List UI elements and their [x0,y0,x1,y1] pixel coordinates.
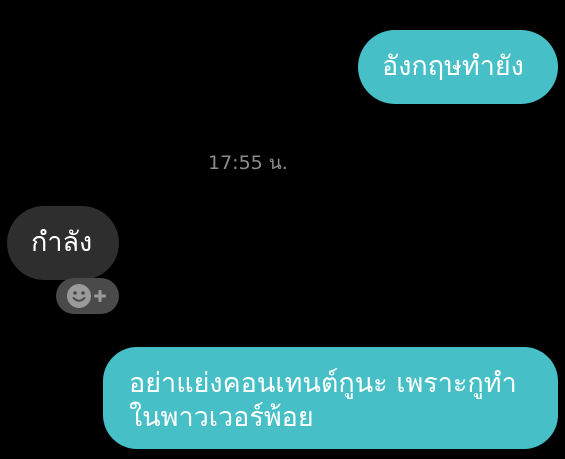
message-text-line-1: อย่าแย่งคอนเทนต์กูนะ เพราะกูทำ [129,368,517,399]
outgoing-message-bubble[interactable]: อย่าแย่งคอนเทนต์กูนะ เพราะกูทำ ในพาวเวอร… [103,347,558,449]
add-reaction-button[interactable] [56,278,119,314]
message-text: อังกฤษทำยัง [382,51,524,82]
outgoing-message-bubble[interactable]: อังกฤษทำยัง [358,30,558,104]
message-timestamp: 17:55 น. [208,152,288,174]
message-text-line-2: ในพาวเวอร์พ้อย [129,402,314,433]
incoming-message-bubble[interactable]: กำลัง [7,206,119,280]
add-reaction-icon [67,284,106,308]
message-text: กำลัง [31,227,93,258]
